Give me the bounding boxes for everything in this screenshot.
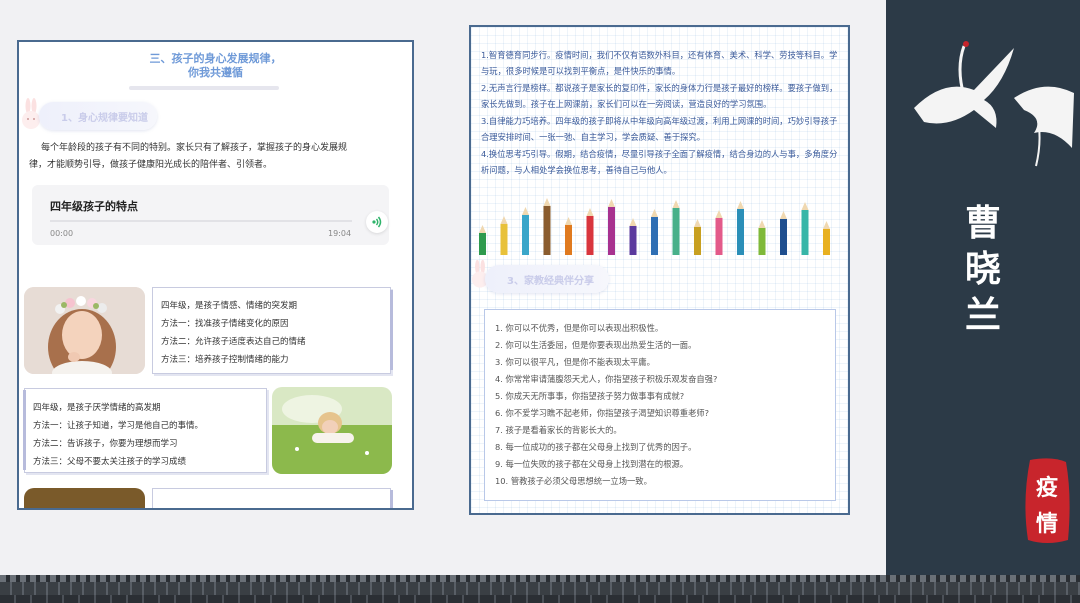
pencil-tip: [801, 202, 809, 210]
bunny-icon: [22, 98, 40, 129]
tip-1: 1.智育德育同步行。疫情时间，我们不仅有语数外科目，还有体育、美术、科学、劳技等…: [481, 50, 838, 76]
intro-line-2: 律，才能顺势引导，做孩子健康阳光成长的陪伴者、引领者。: [29, 160, 273, 170]
audio-play-button[interactable]: [366, 211, 388, 233]
seal-char-2: 情: [1035, 511, 1058, 537]
pencil-tip: [586, 208, 594, 216]
pencil-tip: [758, 220, 766, 228]
quote-7: 7. 孩子是看着家长的背影长大的。: [495, 425, 622, 435]
seal-char-1: 疫: [1035, 475, 1058, 501]
pencil-body: [801, 210, 809, 255]
tip-4: 4.换位思考巧引导。假期，结合疫情，尽量引导孩子全面了解疫情，结合身边的人与事，…: [481, 149, 838, 175]
section-heading-3: 3、家教经典伴分享: [485, 265, 609, 293]
pencil-tip: [629, 218, 637, 226]
pencil-tip: [543, 198, 551, 206]
quotes-box: 1. 你可以不优秀，但是你可以表现出积极性。 2. 你可以生活委屈，但是你要表现…: [484, 309, 836, 501]
tip-3: 3.自律能力巧培养。四年级的孩子即将从中年级向高年级过渡，利用上网课的时间，巧妙…: [481, 116, 838, 142]
roof-tile-border: [0, 575, 1080, 603]
audio-duration: 19:04: [328, 229, 352, 238]
pencil-body: [758, 228, 766, 255]
name-char-2: 晓: [964, 248, 1001, 290]
pencil-tip: [737, 201, 744, 209]
girl-on-grass-photo: [272, 387, 392, 474]
pencil-body: [672, 208, 680, 255]
info-box-3-accent: [390, 490, 393, 508]
pencil-tip: [565, 217, 572, 225]
pencil-body: [500, 224, 508, 255]
pencil-body: [823, 229, 830, 255]
section-heading-1-text: 1、身心规律要知道: [61, 113, 148, 124]
info-box-emotions: 四年级，是孩子情感、情绪的突发期 方法一：找准孩子情绪变化的原因 方法二：允许孩…: [152, 287, 391, 374]
info-box-1-line-4: 方法三：培养孩子控制情绪的能力: [161, 355, 289, 365]
info-box-1-line-1: 四年级，是孩子情感、情绪的突发期: [161, 301, 298, 311]
info-box-1-line-2: 方法一：找准孩子情绪变化的原因: [161, 319, 289, 329]
pencil-body: [715, 218, 723, 255]
pencil-body: [479, 233, 486, 255]
name-char-1: 曹: [964, 202, 1001, 244]
pencil-body: [565, 225, 572, 255]
pencil-tip: [651, 209, 658, 217]
quote-1: 1. 你可以不优秀，但是你可以表现出积极性。: [495, 323, 664, 333]
quote-6: 6. 你不爱学习瞧不起老师，你指望孩子渴望知识尊重老师?: [495, 408, 710, 418]
tip-2: 2.无声言行是榜样。都说孩子是家长的复印件，家长的身体力行是孩子最好的榜样。要孩…: [481, 83, 838, 109]
quote-2: 2. 你可以生活委屈，但是你要表现出热爱生活的一面。: [495, 340, 697, 350]
section-heading-3-text: 3、家教经典伴分享: [507, 276, 594, 287]
author-name-vertical: 曹 晓 兰: [948, 200, 1018, 338]
info-box-2-line-3: 方法二：告诉孩子，你要为理想而学习: [33, 439, 178, 449]
pencil-body: [737, 209, 744, 255]
crane-birds-icon: [914, 41, 1074, 167]
colored-pencils-illustration: [479, 198, 830, 255]
left-article-panel[interactable]: 三、孩子的身心发展规律， 你我共遵循 1、身心规律要知道 每个年龄段的孩子有不同…: [17, 40, 414, 510]
intro-line-1: 每个年龄段的孩子有不同的特别。家长只有了解孩子，掌握孩子的身心发展规: [41, 143, 348, 153]
quote-3: 3. 你可以很平凡，但是你不能表现太平庸。: [495, 357, 655, 367]
title-line-1: 三、孩子的身心发展规律，: [149, 52, 282, 65]
quote-8: 8. 每一位成功的孩子都在父母身上找到了优秀的因子。: [495, 442, 697, 452]
info-box-2-accent: [23, 390, 26, 470]
girl-flower-crown-photo: [24, 287, 145, 374]
quote-9: 9. 每一位失败的孩子都在父母身上找到潜在的根源。: [495, 459, 689, 469]
tips-list: 1.智育德育同步行。疫情时间，我们不仅有语数外科目，还有体育、美术、科学、劳技等…: [481, 47, 841, 179]
audio-current-time: 00:00: [50, 229, 74, 238]
pencil-body: [651, 217, 658, 255]
pencil-tip: [479, 225, 486, 233]
name-char-3: 兰: [964, 294, 1001, 336]
info-box-2-line-4: 方法三：父母不要太关注孩子的学习成绩: [33, 457, 187, 467]
section-heading-1: 1、身心规律要知道: [39, 102, 157, 130]
pencil-body: [543, 206, 551, 255]
cropped-photo-bottom: [24, 488, 145, 508]
title-line-2: 你我共遵循: [188, 66, 243, 79]
pencil-tip: [522, 207, 529, 215]
pencil-body: [629, 226, 637, 255]
red-seal-stamp: 疫 情: [1022, 456, 1072, 546]
pencil-body: [522, 215, 529, 255]
pencil-tip: [823, 221, 830, 229]
right-title-panel: 曹 晓 兰 疫 情: [886, 0, 1080, 575]
title-underline: [129, 86, 279, 90]
pencil-tip: [780, 211, 787, 219]
pencil-tip: [608, 199, 615, 207]
info-box-2-line-2: 方法一：让孩子知道，学习是他自己的事情。: [33, 421, 204, 431]
info-box-2-line-1: 四年级，是孩子厌学情绪的高发期: [33, 403, 161, 413]
audio-title: 四年级孩子的特点: [50, 200, 138, 213]
info-box-study: 四年级，是孩子厌学情绪的高发期 方法一：让孩子知道，学习是他自己的事情。 方法二…: [24, 388, 267, 473]
info-box-1-accent: [390, 290, 393, 370]
info-box-cropped: [152, 488, 391, 508]
middle-article-panel[interactable]: 1.智育德育同步行。疫情时间，我们不仅有语数外科目，还有体育、美术、科学、劳技等…: [469, 25, 850, 515]
article-title: 三、孩子的身心发展规律， 你我共遵循: [19, 52, 412, 80]
speaker-icon: [372, 216, 382, 228]
quote-5: 5. 你成天无所事事，你指望孩子努力做事事有成就?: [495, 391, 685, 401]
pencil-tip: [715, 210, 723, 218]
quote-10: 10. 管教孩子必须父母思想统一立场一致。: [495, 476, 652, 486]
audio-player[interactable]: 四年级孩子的特点 00:00 19:04: [32, 185, 389, 245]
pencil-body: [694, 227, 701, 255]
info-box-1-line-3: 方法二：允许孩子适度表达自己的情绪: [161, 337, 306, 347]
audio-progress-track[interactable]: [50, 220, 352, 222]
pencil-tip: [672, 200, 680, 208]
quote-4: 4. 你常常审请蒲腹怨天尤人，你指望孩子积极乐观发奋自强?: [495, 374, 718, 384]
pencil-body: [780, 219, 787, 255]
pencil-body: [608, 207, 615, 255]
pencil-body: [586, 216, 594, 255]
pencil-tip: [694, 219, 701, 227]
pencil-tip: [500, 216, 508, 224]
